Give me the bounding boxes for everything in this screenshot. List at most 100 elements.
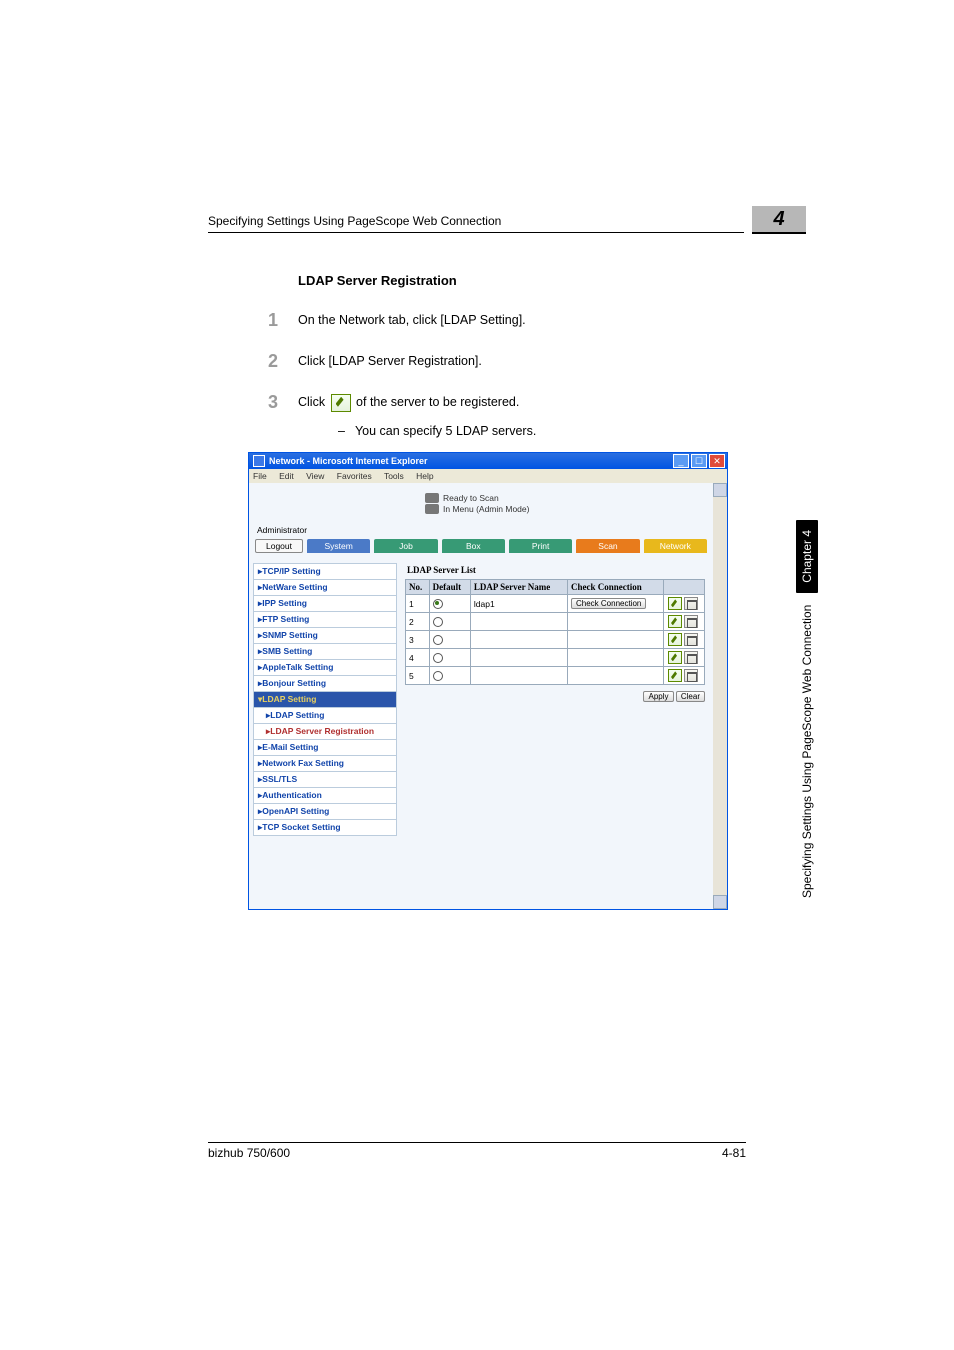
cell-no: 4 (406, 649, 430, 667)
clear-button[interactable]: Clear (676, 691, 705, 702)
sidebar-item-smb[interactable]: ▸SMB Setting (253, 643, 397, 660)
footer-model: bizhub 750/600 (208, 1146, 290, 1160)
window-title: Network - Microsoft Internet Explorer (269, 456, 671, 466)
scrollbar[interactable] (713, 483, 727, 909)
sidebar-item-snmp[interactable]: ▸SNMP Setting (253, 627, 397, 644)
sidebar-item-email[interactable]: ▸E-Mail Setting (253, 739, 397, 756)
edit-icon[interactable] (668, 651, 682, 664)
printer-icon (425, 493, 439, 503)
tab-system[interactable]: System (307, 539, 370, 553)
radio-default[interactable] (433, 653, 443, 663)
step-text: Click [LDAP Server Registration]. (298, 351, 744, 371)
table-row: 2 (406, 613, 705, 631)
sidebar-item-bonjour[interactable]: ▸Bonjour Setting (253, 675, 397, 692)
edit-icon (331, 394, 351, 412)
menu-tools[interactable]: Tools (384, 471, 404, 481)
maximize-button[interactable]: ☐ (691, 454, 707, 468)
col-check: Check Connection (568, 580, 664, 595)
minimize-button[interactable]: _ (673, 454, 689, 468)
trash-icon[interactable] (684, 669, 698, 682)
trash-icon[interactable] (684, 651, 698, 664)
side-text: Specifying Settings Using PageScope Web … (800, 605, 814, 898)
edit-icon[interactable] (668, 597, 682, 610)
sidebar: ▸TCP/IP Setting ▸NetWare Setting ▸IPP Se… (249, 559, 401, 839)
cell-no: 3 (406, 631, 430, 649)
section-title: LDAP Server Registration (298, 273, 744, 288)
cell-no: 2 (406, 613, 430, 631)
table-row: 1 ldap1 Check Connection (406, 595, 705, 613)
step-text-fragment: of the server to be registered. (356, 395, 519, 409)
step-text: Click of the server to be registered. (298, 392, 744, 412)
menu-help[interactable]: Help (416, 471, 433, 481)
menu-favorites[interactable]: Favorites (337, 471, 372, 481)
status-ready: Ready to Scan (443, 493, 499, 503)
browser-window: Network - Microsoft Internet Explorer _ … (248, 452, 728, 910)
edit-icon[interactable] (668, 669, 682, 682)
panel-title: LDAP Server List (407, 565, 705, 575)
table-row: 3 (406, 631, 705, 649)
ie-icon (253, 455, 265, 467)
step-sub: You can specify 5 LDAP servers. (338, 424, 744, 438)
printer-icon (425, 504, 439, 514)
step-number: 2 (268, 347, 298, 376)
tab-network[interactable]: Network (644, 539, 707, 553)
menu-view[interactable]: View (306, 471, 324, 481)
step-number: 3 (268, 388, 298, 417)
col-name: LDAP Server Name (470, 580, 567, 595)
sidebar-item-ipp[interactable]: ▸IPP Setting (253, 595, 397, 612)
footer-page: 4-81 (722, 1146, 746, 1160)
sidebar-item-appletalk[interactable]: ▸AppleTalk Setting (253, 659, 397, 676)
col-no: No. (406, 580, 430, 595)
apply-button[interactable]: Apply (643, 691, 673, 702)
radio-default[interactable] (433, 617, 443, 627)
menu-edit[interactable]: Edit (279, 471, 294, 481)
table-row: 4 (406, 649, 705, 667)
close-button[interactable]: ✕ (709, 454, 725, 468)
cell-no: 5 (406, 667, 430, 685)
radio-default[interactable] (433, 671, 443, 681)
tab-box[interactable]: Box (442, 539, 505, 553)
running-head: Specifying Settings Using PageScope Web … (208, 214, 501, 228)
menubar[interactable]: File Edit View Favorites Tools Help (249, 469, 727, 483)
edit-icon[interactable] (668, 633, 682, 646)
sidebar-sub-ldap-registration[interactable]: ▸LDAP Server Registration (253, 723, 397, 740)
scroll-up-icon[interactable] (713, 483, 727, 497)
sidebar-item-tcpip[interactable]: ▸TCP/IP Setting (253, 563, 397, 580)
admin-label: Administrator (257, 525, 713, 535)
radio-default[interactable] (433, 599, 443, 609)
edit-icon[interactable] (668, 615, 682, 628)
sidebar-item-auth[interactable]: ▸Authentication (253, 787, 397, 804)
trash-icon[interactable] (684, 615, 698, 628)
status-mode: In Menu (Admin Mode) (443, 504, 529, 514)
sidebar-sub-ldap-setting[interactable]: ▸LDAP Setting (253, 707, 397, 724)
check-connection-button[interactable]: Check Connection (571, 598, 646, 609)
sidebar-item-openapi[interactable]: ▸OpenAPI Setting (253, 803, 397, 820)
tab-scan[interactable]: Scan (576, 539, 639, 553)
cell-name: ldap1 (470, 595, 567, 613)
sidebar-item-ftp[interactable]: ▸FTP Setting (253, 611, 397, 628)
cell-no: 1 (406, 595, 430, 613)
main-panel: LDAP Server List No. Default LDAP Server… (401, 559, 713, 706)
tab-job[interactable]: Job (374, 539, 437, 553)
window-titlebar[interactable]: Network - Microsoft Internet Explorer _ … (249, 453, 727, 469)
sidebar-item-ldap[interactable]: ▾LDAP Setting (253, 691, 397, 708)
sidebar-item-netware[interactable]: ▸NetWare Setting (253, 579, 397, 596)
sidebar-item-ssltls[interactable]: ▸SSL/TLS (253, 771, 397, 788)
chapter-badge: 4 (752, 206, 806, 234)
step-number: 1 (268, 306, 298, 335)
side-chapter: Chapter 4 (796, 520, 818, 593)
step-text: On the Network tab, click [LDAP Setting]… (298, 310, 744, 330)
ldap-table: No. Default LDAP Server Name Check Conne… (405, 579, 705, 685)
tab-print[interactable]: Print (509, 539, 572, 553)
radio-default[interactable] (433, 635, 443, 645)
trash-icon[interactable] (684, 597, 698, 610)
menu-file[interactable]: File (253, 471, 267, 481)
trash-icon[interactable] (684, 633, 698, 646)
scroll-down-icon[interactable] (713, 895, 727, 909)
table-row: 5 (406, 667, 705, 685)
col-default: Default (429, 580, 470, 595)
sidebar-item-tcpsocket[interactable]: ▸TCP Socket Setting (253, 819, 397, 836)
step-text-fragment: Click (298, 395, 329, 409)
sidebar-item-networkfax[interactable]: ▸Network Fax Setting (253, 755, 397, 772)
logout-button[interactable]: Logout (255, 539, 303, 553)
